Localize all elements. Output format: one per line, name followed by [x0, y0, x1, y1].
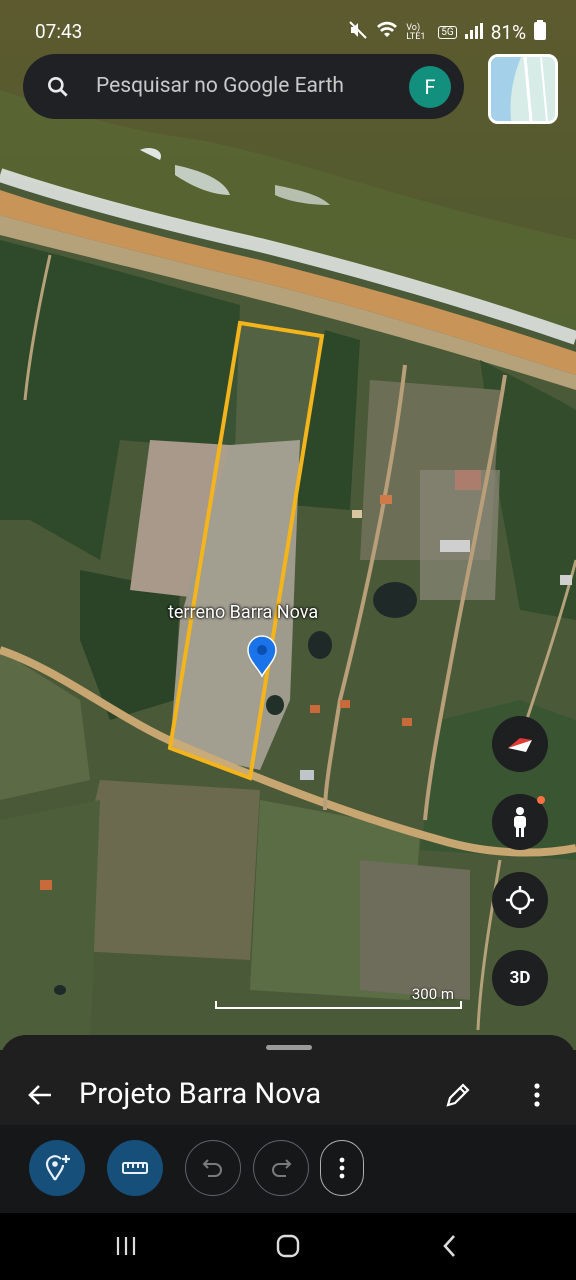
- wifi-icon: [376, 21, 398, 44]
- map-style-thumbnail[interactable]: [488, 54, 558, 124]
- status-bar: 07:43 Vo) LTE1 5G 81%: [0, 0, 576, 62]
- compass-button[interactable]: [492, 716, 548, 772]
- clock: 07:43: [35, 20, 83, 43]
- mute-icon: [348, 20, 368, 45]
- project-title: Projeto Barra Nova: [79, 1077, 322, 1111]
- map-layer-icon: [491, 57, 555, 121]
- back-button[interactable]: [430, 1230, 470, 1262]
- more-options-button[interactable]: [320, 1140, 364, 1196]
- account-avatar[interactable]: F: [409, 66, 451, 108]
- signal-icon: [464, 21, 483, 44]
- home-button[interactable]: [268, 1230, 308, 1262]
- satellite-map[interactable]: 07:43 Vo) LTE1 5G 81% Pesquisar no Googl…: [0, 0, 576, 1050]
- undo-icon: [202, 1159, 222, 1177]
- battery-icon: [534, 20, 546, 45]
- street-view-icon: [514, 807, 526, 837]
- redo-icon: [272, 1159, 292, 1177]
- search-input[interactable]: Pesquisar no Google Earth: [96, 74, 344, 98]
- overflow-menu-icon[interactable]: [524, 1080, 550, 1110]
- recent-apps-icon: [116, 1237, 136, 1255]
- satellite-imagery: [0, 0, 576, 1050]
- edit-pencil-icon[interactable]: [443, 1080, 473, 1110]
- 3d-toggle-button[interactable]: 3D: [492, 950, 548, 1006]
- my-location-button[interactable]: [492, 872, 548, 928]
- map-scale: 300 m: [215, 985, 462, 1011]
- scale-bar: [215, 1001, 462, 1009]
- search-icon: [45, 74, 71, 100]
- my-location-icon: [506, 886, 534, 914]
- battery-percent: 81%: [490, 21, 526, 44]
- compass-icon: [508, 738, 532, 752]
- search-bar[interactable]: Pesquisar no Google Earth: [23, 54, 464, 119]
- add-placemark-icon: [45, 1155, 70, 1181]
- undo-button[interactable]: [185, 1140, 241, 1196]
- redo-button[interactable]: [253, 1140, 309, 1196]
- more-icon: [339, 1157, 345, 1179]
- recent-apps-button[interactable]: [106, 1230, 146, 1262]
- place-label[interactable]: terreno Barra Nova: [168, 602, 318, 623]
- measure-icon: [122, 1162, 148, 1174]
- avatar-letter: F: [424, 75, 436, 99]
- signal-label: 5G: [438, 26, 457, 39]
- home-icon: [276, 1234, 300, 1258]
- notification-dot: [537, 796, 545, 804]
- measure-button[interactable]: [107, 1140, 163, 1196]
- sheet-drag-handle[interactable]: [266, 1045, 312, 1050]
- network-label: Vo) LTE1: [406, 22, 426, 42]
- add-placemark-button[interactable]: [29, 1140, 85, 1196]
- back-icon: [443, 1235, 455, 1257]
- back-arrow-icon[interactable]: [25, 1080, 55, 1110]
